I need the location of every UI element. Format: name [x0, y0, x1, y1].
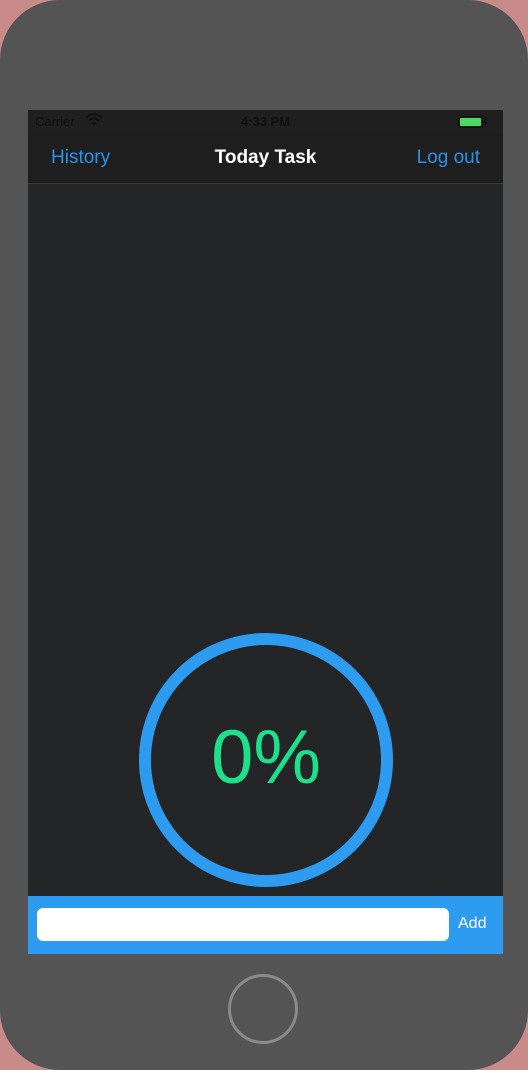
device-frame: Carrier 4:33 PM History Today Task Log o…	[0, 0, 528, 1070]
status-bar: Carrier 4:33 PM	[28, 110, 503, 134]
add-button[interactable]: Add	[458, 915, 486, 933]
app-screen: Carrier 4:33 PM History Today Task Log o…	[28, 110, 503, 954]
battery-icon	[458, 116, 488, 128]
navigation-bar: History Today Task Log out	[28, 134, 503, 184]
home-button[interactable]	[228, 974, 298, 1044]
logout-button[interactable]: Log out	[417, 147, 480, 169]
task-input[interactable]	[37, 908, 449, 941]
task-input-bar: Add	[28, 896, 503, 954]
progress-percent-label: 0%	[211, 715, 321, 800]
status-time: 4:33 PM	[240, 114, 291, 129]
progress-indicator: 0%	[138, 632, 394, 888]
